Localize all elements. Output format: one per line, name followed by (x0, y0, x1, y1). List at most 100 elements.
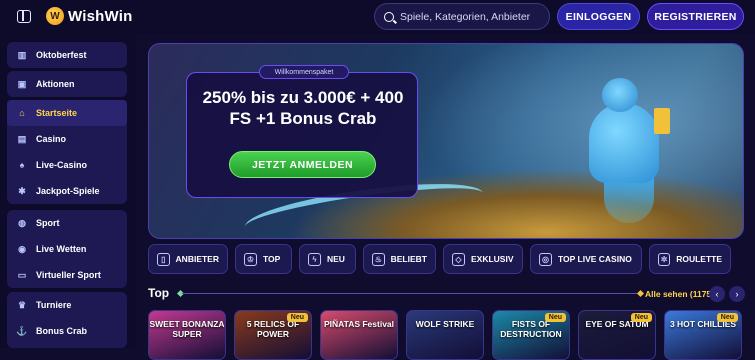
game-tile[interactable]: FISTS OF DESTRUCTION Neu (492, 310, 570, 360)
sidebar: ▥ Oktoberfest ▣ Aktionen ⌂ Startseite ▤ … (0, 34, 136, 348)
sidebar-item-sport[interactable]: ◍ Sport (7, 210, 127, 236)
game-title: FISTS OF DESTRUCTION (500, 319, 562, 339)
category-label: TOP LIVE CASINO (558, 254, 632, 264)
category-neu[interactable]: ϟ NEU (299, 244, 356, 274)
cards-icon: ♠ (19, 160, 25, 170)
sidebar-item-turniere[interactable]: ♛ Turniere (7, 292, 127, 318)
sidebar-item-live-casino[interactable]: ♠ Live-Casino (7, 152, 127, 178)
game-carousel: SWEET BONANZA SUPER 5 RELICS OF POWER Ne… (148, 310, 742, 360)
sidebar-item-label: Aktionen (36, 79, 75, 89)
sidebar-item-live-wetten[interactable]: ◉ Live Wetten (7, 236, 127, 262)
sidebar-group-extras: ♛ Turniere ⚓ Bonus Crab (7, 292, 127, 348)
search-icon (384, 11, 394, 22)
category-label: NEU (327, 254, 345, 264)
top-section-header: Top Alle sehen (1175) ‹ › (148, 286, 745, 302)
sidebar-item-label: Casino (36, 134, 67, 144)
sidebar-item-oktoberfest[interactable]: ▥ Oktoberfest (7, 42, 127, 68)
sidebar-item-label: Oktoberfest (36, 50, 87, 60)
sidebar-item-startseite[interactable]: ⌂ Startseite (7, 100, 127, 126)
category-label: ANBIETER (175, 254, 219, 264)
category-top-live-casino[interactable]: ◎ TOP LIVE CASINO (530, 244, 642, 274)
game-title: SWEET BONANZA SUPER (149, 319, 225, 339)
gift-icon: ▣ (17, 78, 27, 89)
game-tile[interactable]: SWEET BONANZA SUPER (148, 310, 226, 360)
roulette-icon: ✲ (658, 252, 671, 266)
category-anbieter[interactable]: ▯ ANBIETER (148, 244, 228, 274)
see-all-link[interactable]: Alle sehen (1175) (645, 289, 714, 299)
game-title: PIÑATAS Festival (323, 319, 395, 329)
promo-headline-line1: 250% bis zu 3.000€ + 400 (202, 88, 404, 107)
slot-icon: ▤ (17, 133, 27, 144)
sidebar-group-casino: ⌂ Startseite ▤ Casino ♠ Live-Casino ✱ Ja… (7, 100, 127, 204)
live-icon: ◉ (18, 243, 26, 254)
category-exklusiv[interactable]: ◇ EXKLUSIV (443, 244, 523, 274)
new-badge: Neu (544, 313, 566, 322)
sidebar-group-sport: ◍ Sport ◉ Live Wetten ▭ Virtueller Sport (7, 210, 127, 288)
sidebar-item-label: Virtueller Sport (36, 270, 101, 280)
home-icon: ⌂ (19, 108, 25, 118)
game-tile[interactable]: PIÑATAS Festival (320, 310, 398, 360)
next-arrow-icon[interactable]: › (729, 286, 745, 302)
category-label: EXKLUSIV (471, 254, 514, 264)
game-tile[interactable]: WOLF STRIKE (406, 310, 484, 360)
search-bar[interactable] (374, 3, 550, 30)
divider-diamond-icon (636, 289, 645, 298)
trophy-icon: ♛ (17, 299, 27, 310)
category-roulette[interactable]: ✲ ROULETTE (649, 244, 731, 274)
sidebar-item-label: Sport (36, 218, 60, 228)
game-tile[interactable]: 3 HOT CHILLIES Neu (664, 310, 742, 360)
section-title: Top (148, 286, 170, 300)
monitor-icon: ▭ (17, 269, 27, 280)
sidebar-item-casino[interactable]: ▤ Casino (7, 126, 127, 152)
new-badge: Neu (716, 313, 738, 322)
sidebar-item-bonus-crab[interactable]: ⚓ Bonus Crab (7, 318, 127, 344)
new-badge: Neu (286, 313, 308, 322)
search-input[interactable] (400, 10, 540, 23)
promo-card: Willkommenspaket 250% bis zu 3.000€ + 40… (186, 65, 419, 198)
sidebar-item-label: Bonus Crab (36, 326, 88, 336)
ball-icon: ◍ (18, 217, 26, 228)
sidebar-group-oktoberfest: ▥ Oktoberfest (7, 42, 127, 68)
provider-icon: ▯ (157, 252, 170, 266)
logo-text: WishWin (68, 7, 133, 25)
category-label: BELIEBT (390, 254, 427, 264)
hero-banner[interactable]: Willkommenspaket 250% bis zu 3.000€ + 40… (148, 43, 744, 239)
sidebar-item-virtueller-sport[interactable]: ▭ Virtueller Sport (7, 262, 127, 288)
crown-icon: ♔ (244, 252, 257, 266)
promo-headline: 250% bis zu 3.000€ + 400 FS +1 Bonus Cra… (187, 87, 419, 129)
genie-illustration (574, 68, 670, 223)
sidebar-item-label: Live Wetten (36, 244, 87, 254)
sidebar-toggle-icon[interactable] (17, 10, 31, 23)
login-button[interactable]: EINLOGGEN (557, 3, 640, 30)
register-button[interactable]: REGISTRIEREN (647, 3, 744, 30)
game-title: 5 RELICS OF POWER (246, 319, 300, 339)
diamond-icon: ◇ (452, 252, 465, 266)
chip-icon: ◎ (539, 252, 552, 266)
category-label: ROULETTE (676, 254, 722, 264)
signup-button[interactable]: JETZT ANMELDEN (229, 151, 376, 178)
sidebar-item-label: Live-Casino (36, 160, 88, 170)
game-tile[interactable]: EYE OF SATUM Neu (578, 310, 656, 360)
main-content: Willkommenspaket 250% bis zu 3.000€ + 40… (136, 34, 755, 360)
building-icon: ▥ (17, 49, 27, 60)
promo-headline-line2: FS +1 Bonus Crab (229, 109, 377, 128)
claw-icon: ⚓ (16, 325, 28, 336)
section-divider (182, 293, 640, 294)
jackpot-icon: ✱ (18, 185, 26, 196)
sidebar-item-aktionen[interactable]: ▣ Aktionen (7, 71, 127, 97)
category-beliebt[interactable]: ♨ BELIEBT (363, 244, 436, 274)
sidebar-group-aktionen: ▣ Aktionen (7, 71, 127, 97)
category-label: TOP (263, 254, 281, 264)
game-title: WOLF STRIKE (415, 319, 475, 329)
sidebar-item-label: Turniere (36, 300, 72, 310)
game-tile[interactable]: 5 RELICS OF POWER Neu (234, 310, 312, 360)
new-badge: Neu (630, 313, 652, 322)
sidebar-item-jackpot[interactable]: ✱ Jackpot-Spiele (7, 178, 127, 204)
category-top[interactable]: ♔ TOP (235, 244, 292, 274)
prev-arrow-icon[interactable]: ‹ (709, 286, 725, 302)
fire-icon: ♨ (372, 252, 385, 266)
promo-tag: Willkommenspaket (259, 65, 349, 79)
logo[interactable]: W WishWin (46, 7, 132, 25)
category-bar: ▯ ANBIETER ♔ TOP ϟ NEU ♨ BELIEBT ◇ EXKLU… (148, 244, 731, 274)
top-bar: W WishWin EINLOGGEN REGISTRIEREN (0, 0, 755, 34)
